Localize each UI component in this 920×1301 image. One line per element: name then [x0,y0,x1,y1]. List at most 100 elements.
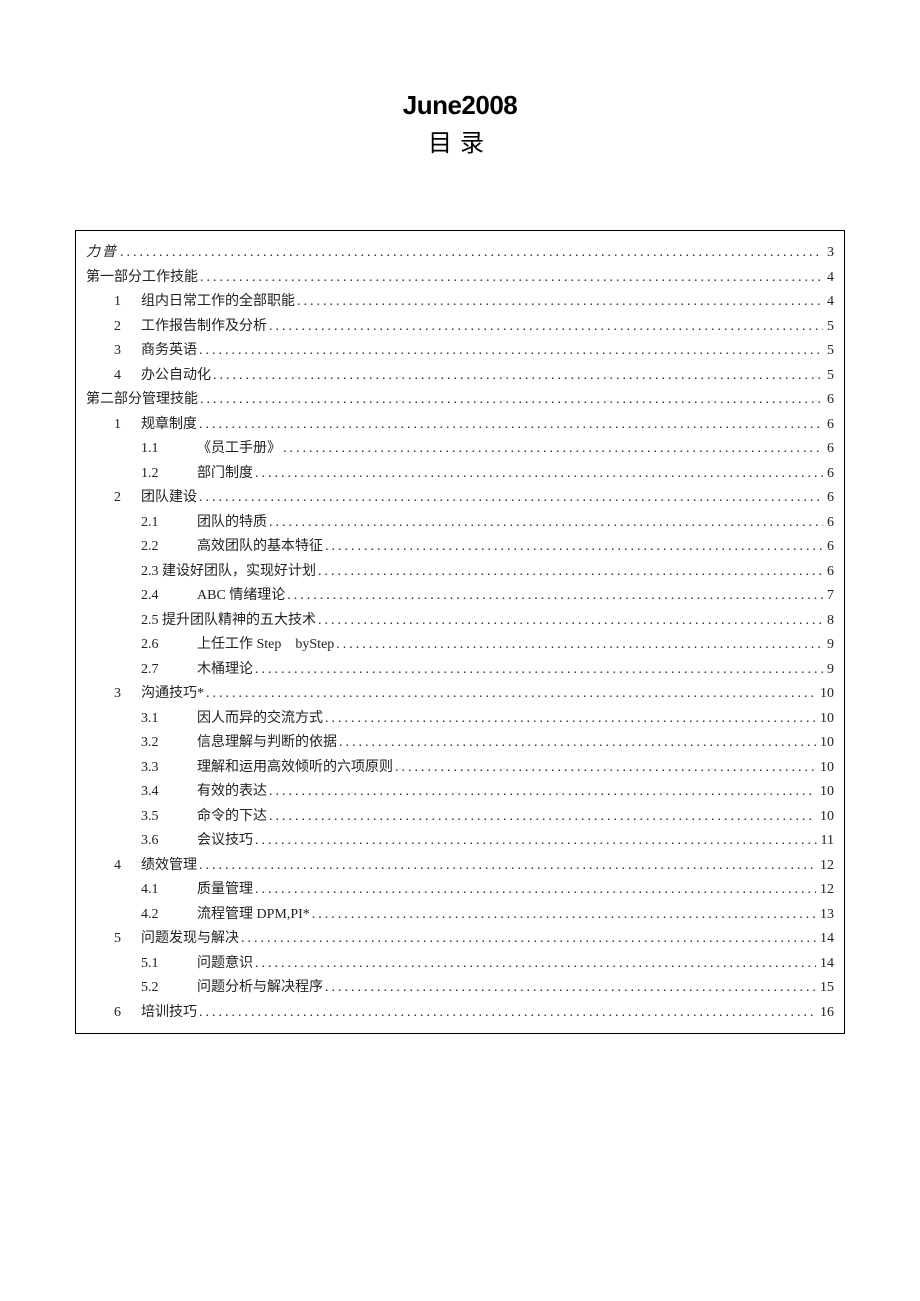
toc-entry-page: 9 [825,658,834,683]
toc-leader-dots [395,756,816,781]
toc-entry-page: 5 [825,339,834,364]
toc-entry-number: 1.2 [141,462,197,487]
toc-entry-label: 2.5 提升团队精神的五大技术 [141,609,316,634]
toc-entry-number: 3.1 [141,707,197,732]
toc-entry-page: 16 [818,1001,834,1026]
toc-leader-dots [297,290,823,315]
toc-entry: 2团队建设6 [86,486,834,511]
toc-entry-label: 有效的表达 [197,780,267,805]
toc-leader-dots [255,658,823,683]
toc-leader-dots [325,535,823,560]
toc-entry-number: 2 [114,315,141,340]
toc-entry-page: 6 [825,413,834,438]
toc-entry: 3.3理解和运用高效倾听的六项原则10 [86,756,834,781]
toc-entry: 3.5命令的下达10 [86,805,834,830]
toc-entry-label: 《员工手册》 [197,437,281,462]
toc-entry-page: 3 [825,241,834,266]
toc-leader-dots [255,462,823,487]
toc-entry-page: 10 [818,682,834,707]
toc-entry-label: 规章制度 [141,413,197,438]
toc-leader-dots [318,609,823,634]
toc-entry: 4办公自动化5 [86,364,834,389]
toc-entry: 3.6会议技巧11 [86,829,834,854]
toc-leader-dots [255,878,816,903]
toc-entry-label: 流程管理 DPM,PI* [197,903,310,928]
toc-entry: 2工作报告制作及分析5 [86,315,834,340]
toc-leader-dots [269,780,816,805]
toc-entry-page: 6 [825,511,834,536]
toc-entry: 第二部分管理技能6 [86,388,834,413]
toc-entry-label: 培训技巧 [141,1001,197,1026]
toc-entry: 2.2高效团队的基本特征6 [86,535,834,560]
toc-entry: 力普3 [86,241,834,266]
toc-entry-label: 问题意识 [197,952,253,977]
toc-entry-page: 12 [818,854,834,879]
toc-entry-label: 上任工作 Step byStep [197,633,334,658]
toc-entry-page: 14 [818,927,834,952]
toc-entry-label: ABC 情绪理论 [197,584,285,609]
toc-entry-number: 2.6 [141,633,197,658]
toc-leader-dots [325,707,816,732]
toc-entry-label: 第一部分工作技能 [86,266,198,291]
toc-leader-dots [199,413,823,438]
document-subtitle: 目录 [75,123,845,158]
toc-entry-label: 工作报告制作及分析 [141,315,267,340]
toc-entry-label: 团队建设 [141,486,197,511]
toc-entry-label: 商务英语 [141,339,197,364]
toc-entry-page: 13 [818,903,834,928]
toc-entry-number: 2 [114,486,141,511]
toc-leader-dots [199,486,823,511]
toc-entry: 3.4有效的表达 10 [86,780,834,805]
toc-entry-label: 木桶理论 [197,658,253,683]
toc-entry-page: 5 [825,364,834,389]
toc-entry-label: 第二部分管理技能 [86,388,198,413]
toc-entry-number: 4 [114,854,141,879]
toc-leader-dots [283,437,823,462]
toc-entry-label: 因人而异的交流方式 [197,707,323,732]
toc-entry: 1.1《员工手册》6 [86,437,834,462]
toc-entry: 3商务英语5 [86,339,834,364]
toc-entry-number: 3.4 [141,780,197,805]
toc-entry-page: 6 [825,462,834,487]
toc-entry-label: 沟通技巧* [141,682,204,707]
toc-entry: 4.2流程管理 DPM,PI*13 [86,903,834,928]
toc-entry-label: 命令的下达 [197,805,267,830]
toc-entry: 5问题发现与解决14 [86,927,834,952]
toc-leader-dots [269,315,823,340]
document-title: June2008 [75,90,845,121]
toc-entry-number: 3 [114,682,141,707]
toc-leader-dots [199,854,816,879]
toc-entry-page: 6 [825,560,834,585]
toc-entry: 2.3 建设好团队，实现好计划 6 [86,560,834,585]
toc-leader-dots [120,241,823,266]
toc-entry-label: 2.3 建设好团队，实现好计划 [141,560,316,585]
toc-entry-label: 办公自动化 [141,364,211,389]
toc-leader-dots [318,560,823,585]
toc-entry-label: 问题分析与解决程序 [197,976,323,1001]
toc-entry-number: 3.6 [141,829,197,854]
toc-entry-page: 10 [818,780,834,805]
toc-entry-page: 4 [825,266,834,291]
toc-entry-number: 5.1 [141,952,197,977]
toc-entry-label: 信息理解与判断的依据 [197,731,337,756]
toc-entry: 4绩效管理12 [86,854,834,879]
toc-entry: 4.1质量管理12 [86,878,834,903]
toc-leader-dots [199,339,823,364]
toc-entry-number: 3.3 [141,756,197,781]
toc-entry: 5.1问题意识14 [86,952,834,977]
toc-entry-label: 组内日常工作的全部职能 [141,290,295,315]
toc-entry: 1组内日常工作的全部职能4 [86,290,834,315]
toc-entry: 3.1因人而异的交流方式10 [86,707,834,732]
toc-entry-number: 6 [114,1001,141,1026]
toc-entry: 2.5 提升团队精神的五大技术 8 [86,609,834,634]
toc-entry-number: 5 [114,927,141,952]
toc-entry-number: 2.1 [141,511,197,536]
toc-leader-dots [336,633,823,658]
toc-leader-dots [325,976,816,1001]
toc-entry-page: 9 [825,633,834,658]
toc-entry-number: 3.5 [141,805,197,830]
toc-leader-dots [255,829,817,854]
toc-entry: 2.7木桶理论9 [86,658,834,683]
toc-entry-label: 理解和运用高效倾听的六项原则 [197,756,393,781]
toc-entry-label: 高效团队的基本特征 [197,535,323,560]
